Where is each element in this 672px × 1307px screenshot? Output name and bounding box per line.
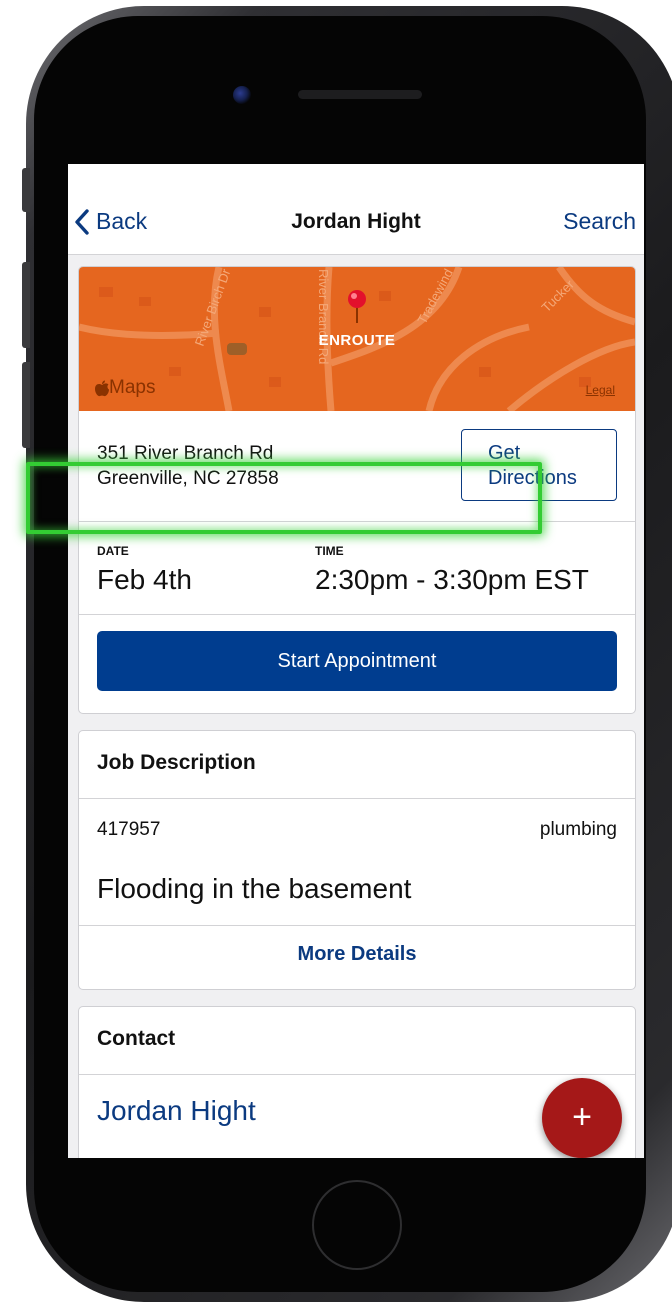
navigation-bar: Back Jordan Hight Search (68, 164, 644, 255)
appointment-card: River Birch Dr River Branch Rd Tradewind… (78, 266, 636, 714)
apple-logo-icon (95, 380, 109, 396)
app-screen: Back Jordan Hight Search River Birch Dr … (68, 164, 644, 1158)
date-value: Feb 4th (97, 564, 192, 595)
job-address: 351 River Branch Rd Greenville, NC 27858 (97, 441, 279, 491)
date-label: DATE (97, 544, 129, 558)
location-pin-icon (348, 290, 366, 323)
front-camera (233, 86, 251, 104)
job-description-card: Job Description 417957 plumbing Flooding… (78, 730, 636, 990)
job-summary: Flooding in the basement (97, 873, 412, 904)
contact-name-link[interactable]: Jordan Hight (97, 1095, 256, 1127)
page-title: Jordan Hight (291, 210, 421, 233)
divider (79, 1074, 635, 1075)
svg-text:Tucker: Tucker (539, 276, 578, 315)
address-line-2: Greenville, NC 27858 (97, 468, 279, 489)
volume-down-button (22, 362, 30, 448)
legal-link[interactable]: Legal (586, 383, 615, 397)
directions-label-line-1: Get (488, 442, 521, 464)
time-label: TIME (315, 544, 344, 558)
contact-header: Contact (97, 1027, 176, 1050)
more-details-button[interactable]: More Details (79, 943, 635, 966)
earpiece-speaker (298, 90, 422, 99)
schedule-section: DATE Feb 4th TIME 2:30pm - 3:30pm EST (79, 522, 635, 615)
map-view[interactable]: River Birch Dr River Branch Rd Tradewind… (79, 267, 635, 411)
home-button[interactable] (312, 1180, 402, 1270)
volume-up-button (22, 262, 30, 348)
address-section: 351 River Branch Rd Greenville, NC 27858… (79, 411, 635, 522)
directions-label-line-2: Directions (488, 467, 577, 489)
add-action-button[interactable]: + (542, 1078, 622, 1158)
job-description-header: Job Description (97, 751, 256, 774)
mute-switch (22, 168, 30, 212)
appointment-status-label: ENROUTE (318, 332, 396, 349)
job-id: 417957 (97, 819, 161, 840)
get-directions-button[interactable]: Get Directions (461, 429, 617, 501)
maps-attribution: Maps (95, 377, 155, 399)
search-button[interactable]: Search (563, 208, 636, 235)
start-appointment-button[interactable]: Start Appointment (97, 631, 617, 691)
svg-text:Tradewind: Tradewind (414, 267, 456, 326)
divider (79, 925, 635, 926)
time-value: 2:30pm - 3:30pm EST (315, 564, 589, 595)
job-type: plumbing (539, 819, 617, 840)
maps-logo-text: Maps (109, 377, 156, 398)
svg-text:River Branch Rd: River Branch Rd (316, 269, 331, 364)
address-line-1: 351 River Branch Rd (97, 443, 274, 464)
divider (79, 798, 635, 799)
